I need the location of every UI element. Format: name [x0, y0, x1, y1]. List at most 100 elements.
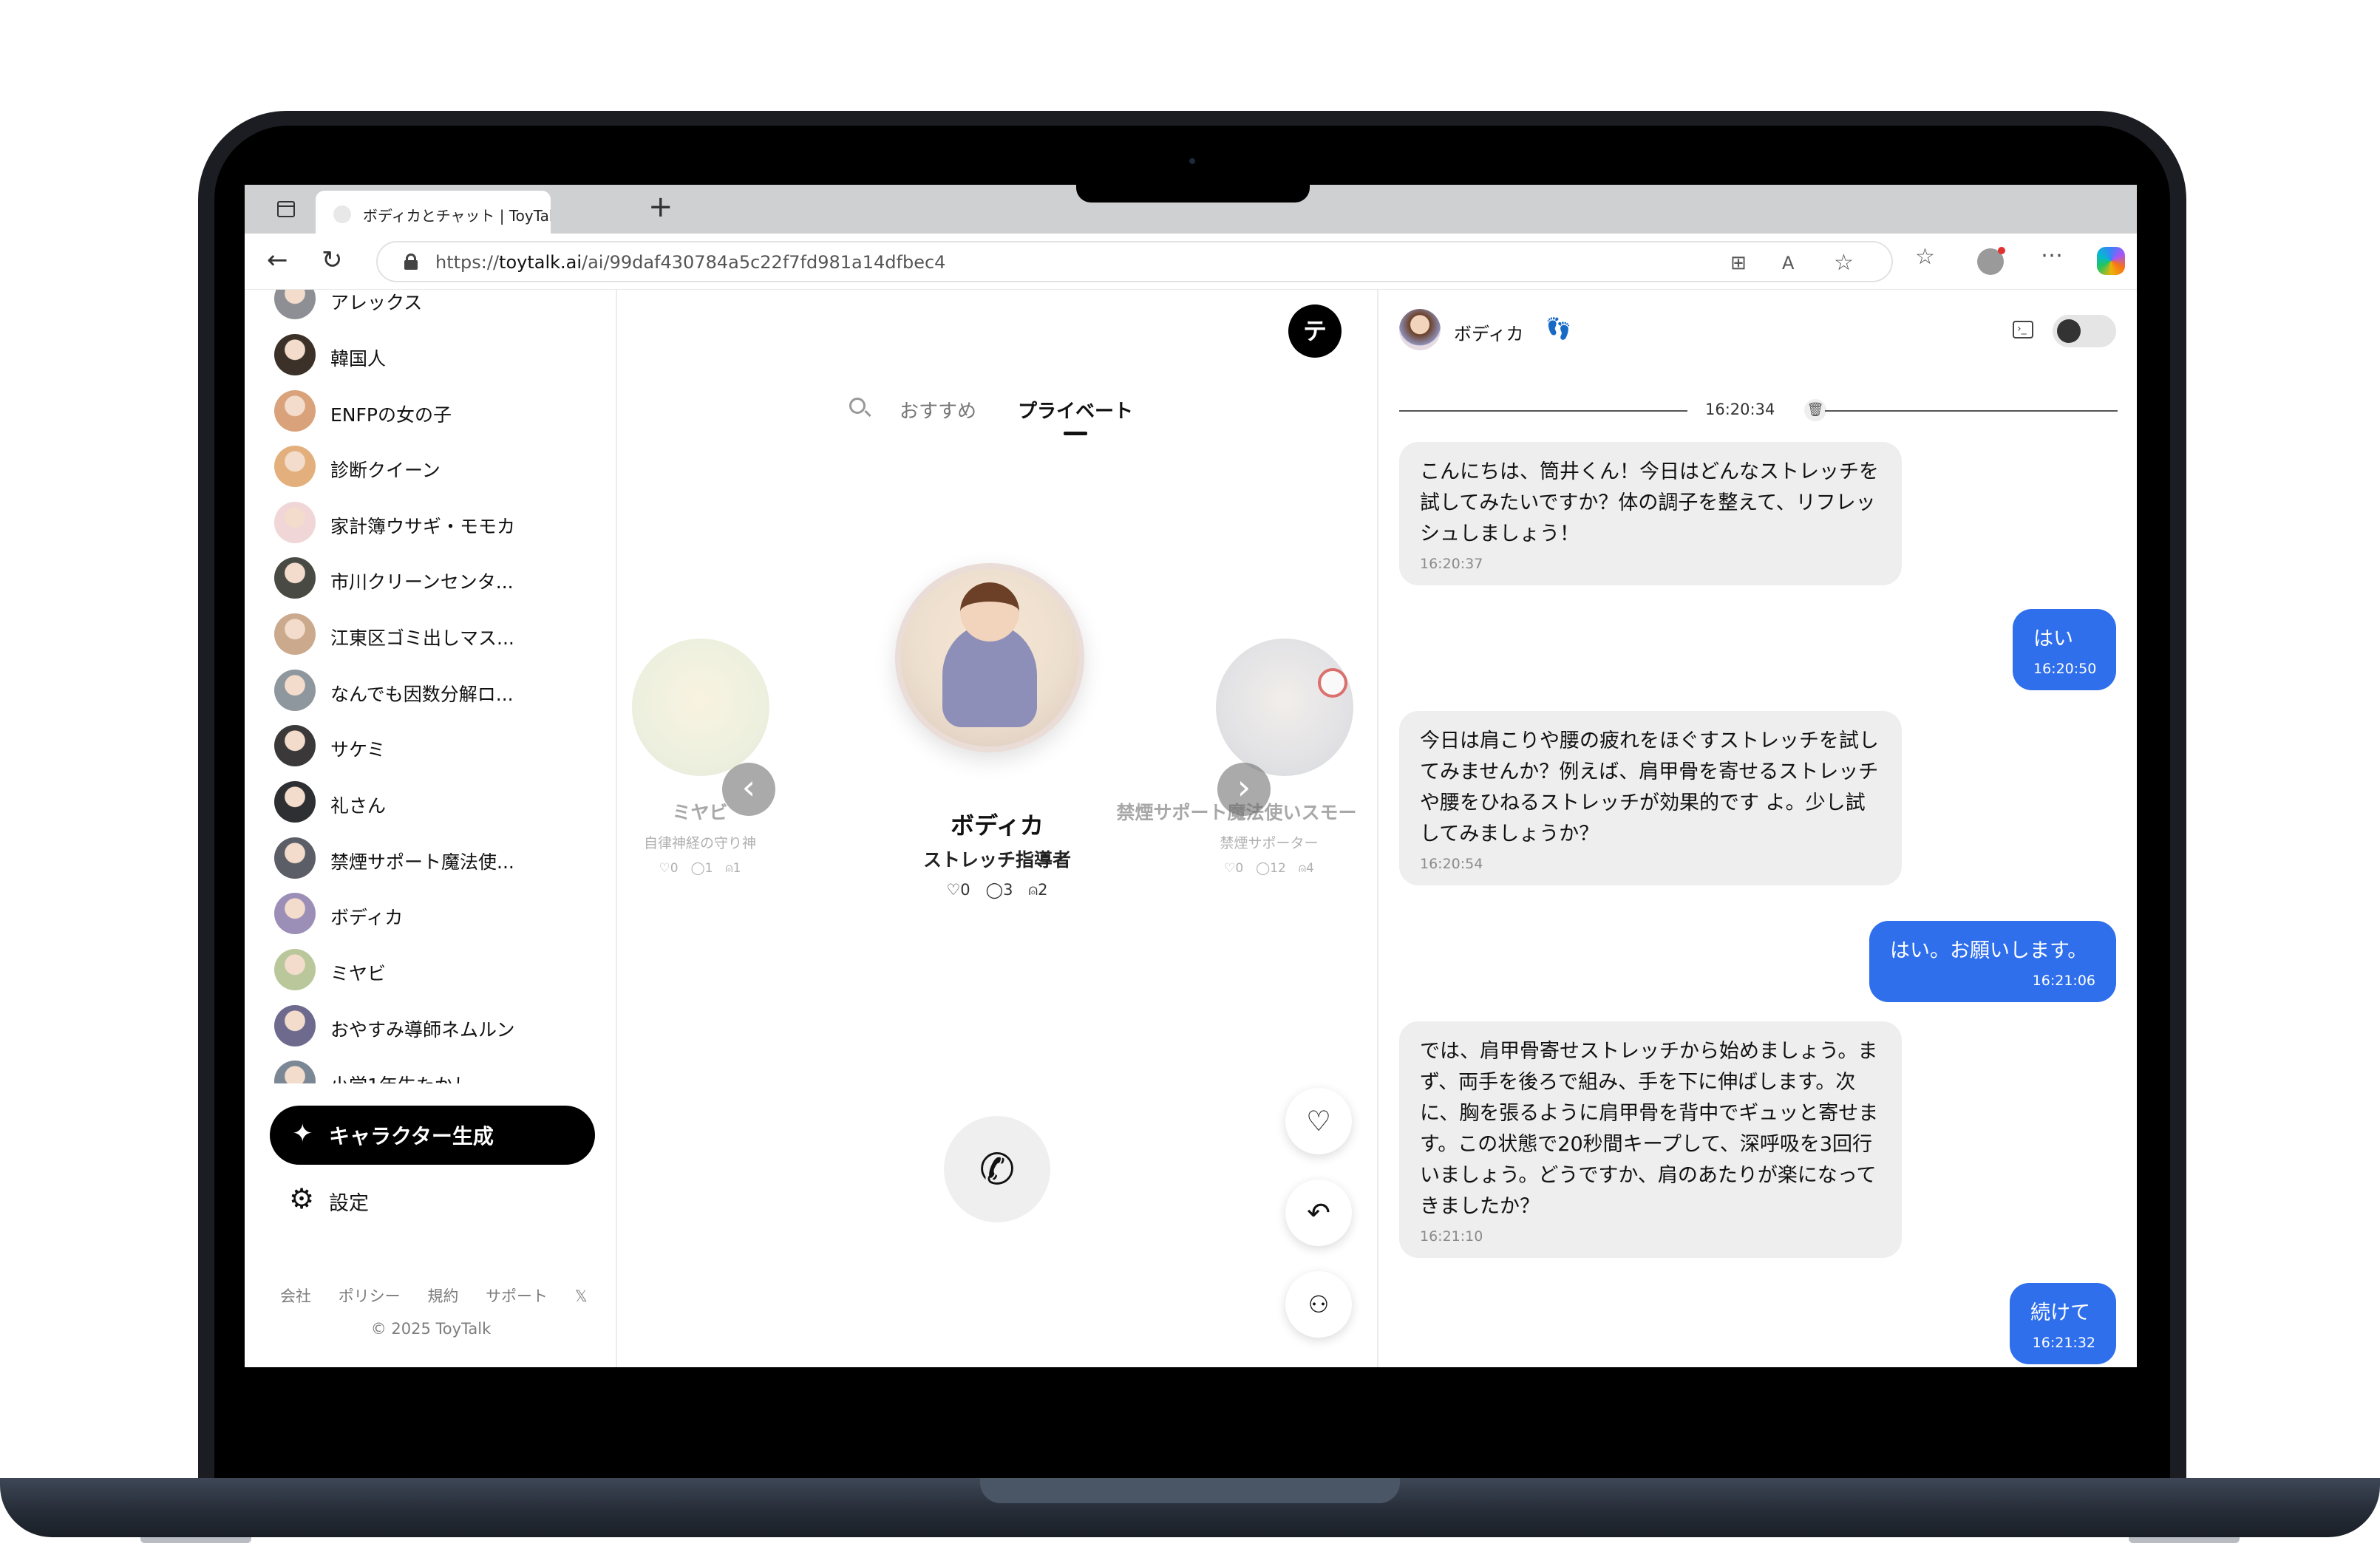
share-button[interactable]: ↶: [1285, 1180, 1352, 1246]
tab-recommended[interactable]: おすすめ: [900, 396, 976, 423]
character-name: アレックス: [330, 292, 423, 313]
x-icon[interactable]: 𝕏: [575, 1287, 588, 1305]
sidebar-item-character[interactable]: おやすみ導師ネムルン: [274, 1005, 599, 1049]
user-settings-button[interactable]: ⚇: [1285, 1271, 1352, 1338]
divider-line: [1399, 410, 1687, 412]
card-role-left: 自律神経の守り神: [643, 835, 756, 851]
divider-time: 16:20:34: [1705, 401, 1775, 418]
user-avatar-button[interactable]: テ: [1288, 304, 1342, 358]
laptop-foot-right: [2129, 1537, 2240, 1543]
message-user: 続けて 16:21:32: [2010, 1283, 2116, 1364]
avatar: [274, 613, 316, 655]
profile-avatar[interactable]: [1977, 247, 2005, 275]
footer-link-company[interactable]: 会社: [280, 1287, 311, 1305]
character-name: 韓国人: [330, 348, 387, 370]
sidebar: アレックス 韓国人 ENFPの女の子 診断クイーン 家計簿ウサギ・モモカ 市川ク…: [245, 290, 617, 1367]
avatar: [1399, 309, 1441, 350]
message-text: はい: [2033, 627, 2073, 650]
character-name: 診断クイーン: [330, 460, 441, 481]
browser-tab[interactable]: ボディカとチャット | ToyTalk | Toy: [316, 191, 551, 234]
blocked-icon: [1318, 668, 1347, 698]
card-avatar-left[interactable]: [632, 639, 769, 776]
chat-character-name: ボディカ: [1454, 324, 1524, 344]
read-aloud-icon[interactable]: A: [1782, 250, 1794, 276]
trash-icon[interactable]: 🗑: [1804, 399, 1826, 421]
copyright: © 2025 ToyTalk: [370, 1320, 492, 1338]
tab-private[interactable]: プライベート: [1018, 396, 1133, 435]
generate-character-button[interactable]: ✦ キャラクター生成: [270, 1106, 595, 1165]
generate-character-label: キャラクター生成: [329, 1124, 494, 1148]
chevron-left-icon[interactable]: ‹: [722, 763, 775, 816]
avatar: [274, 781, 316, 823]
avatar: [274, 725, 316, 766]
favicon: [333, 205, 351, 223]
like-button[interactable]: ♡: [1285, 1088, 1352, 1154]
back-icon[interactable]: ←: [267, 244, 288, 276]
sidebar-item-character[interactable]: アレックス: [274, 290, 599, 322]
reload-icon[interactable]: ↻: [322, 244, 343, 276]
users-count: 4: [1306, 861, 1314, 876]
chat-header: ボディカ 👣 ›_: [1378, 290, 2137, 368]
likes-count: ♡0: [659, 861, 679, 876]
avatar: [274, 1005, 316, 1046]
card-stats-right: ♡0 ◯12 ⍝4: [1224, 861, 1314, 876]
sidebar-item-character[interactable]: 家計簿ウサギ・モモカ: [274, 502, 599, 546]
settings-label: 設定: [329, 1192, 369, 1215]
card-avatar-right[interactable]: [1216, 639, 1353, 776]
sidebar-item-character[interactable]: 礼さん: [274, 781, 599, 826]
app-available-icon[interactable]: ⊞: [1730, 250, 1747, 276]
url-text: https://toytalk.ai/ai/99daf430784a5c22f7…: [435, 252, 946, 273]
footer-link-terms[interactable]: 規約: [427, 1287, 458, 1305]
favorites-icon[interactable]: ☆: [1915, 244, 1935, 270]
laptop-hinge: [980, 1478, 1400, 1503]
footer-link-support[interactable]: サポート: [486, 1287, 548, 1305]
new-tab-button[interactable]: +: [648, 189, 673, 225]
sidebar-item-character[interactable]: ボディカ: [274, 893, 599, 937]
character-name: ENFPの女の子: [330, 404, 452, 426]
search-icon[interactable]: [849, 398, 866, 414]
sidebar-item-character[interactable]: ミヤビ: [274, 949, 599, 993]
divider-line: [1825, 410, 2118, 412]
screen: ボディカとチャット | ToyTalk | Toy + ← ↻ https://…: [245, 185, 2137, 1367]
card-stats-center: ♡0 ◯3 ⍝2: [946, 881, 1048, 899]
footer-link-policy[interactable]: ポリシー: [339, 1287, 401, 1305]
avatar: [274, 290, 316, 319]
settings-button[interactable]: ⚙ 設定: [289, 1180, 437, 1218]
message-time: 16:21:32: [2032, 1335, 2095, 1351]
character-name: サケミ: [330, 739, 386, 760]
laptop-foot-left: [140, 1537, 251, 1543]
message-bot: 今日は肩こりや腰の疲れをほぐすストレッチを試してみませんか？例えば、肩甲骨を寄せ…: [1399, 711, 1902, 885]
sidebar-item-character[interactable]: 診断クイーン: [274, 446, 599, 490]
sidebar-item-character[interactable]: 江東区ゴミ出しマス...: [274, 613, 599, 658]
voice-call-button[interactable]: ✆: [944, 1116, 1050, 1222]
terminal-icon[interactable]: ›_: [2013, 321, 2033, 338]
tab-actions-icon[interactable]: [277, 201, 295, 217]
avatar: [274, 557, 316, 599]
sidebar-item-character[interactable]: 韓国人: [274, 334, 599, 378]
sidebar-item-character[interactable]: 市川クリーンセンタ...: [274, 557, 599, 602]
more-icon[interactable]: ⋯: [2041, 242, 2063, 269]
likes-count: ♡0: [1224, 861, 1244, 876]
favorite-star-icon[interactable]: ☆: [1834, 250, 1854, 276]
card-name-center: ボディカ: [951, 811, 1044, 840]
character-name: ミヤビ: [330, 963, 387, 984]
browser-toolbar: ← ↻ https://toytalk.ai/ai/99daf430784a5c…: [245, 234, 2137, 290]
avatar: [274, 893, 316, 934]
sidebar-item-character[interactable]: サケミ: [274, 725, 599, 769]
avatar: [274, 334, 316, 375]
sidebar-item-character[interactable]: 小学1年生たかし: [274, 1061, 599, 1083]
message-bot: では、肩甲骨寄せストレッチから始めましょう。まず、両手を後ろで組み、手を下に伸ば…: [1399, 1021, 1902, 1258]
comments-count: 12: [1270, 861, 1286, 876]
users-count: 1: [732, 861, 741, 876]
mode-toggle[interactable]: [2053, 315, 2116, 347]
chevron-right-icon[interactable]: ›: [1217, 763, 1271, 816]
avatar: [274, 1061, 316, 1083]
address-bar[interactable]: https://toytalk.ai/ai/99daf430784a5c22f7…: [376, 241, 1893, 282]
copilot-icon[interactable]: [2097, 247, 2125, 275]
character-name: 江東区ゴミ出しマス...: [330, 627, 514, 649]
message-text: 今日は肩こりや腰の疲れをほぐすストレッチを試してみませんか？例えば、肩甲骨を寄せ…: [1420, 729, 1879, 845]
message-time: 16:21:10: [1420, 1228, 1483, 1245]
sidebar-item-character[interactable]: 禁煙サポート魔法使...: [274, 837, 599, 882]
sidebar-item-character[interactable]: なんでも因数分解ロ...: [274, 670, 599, 714]
sidebar-item-character[interactable]: ENFPの女の子: [274, 390, 599, 435]
